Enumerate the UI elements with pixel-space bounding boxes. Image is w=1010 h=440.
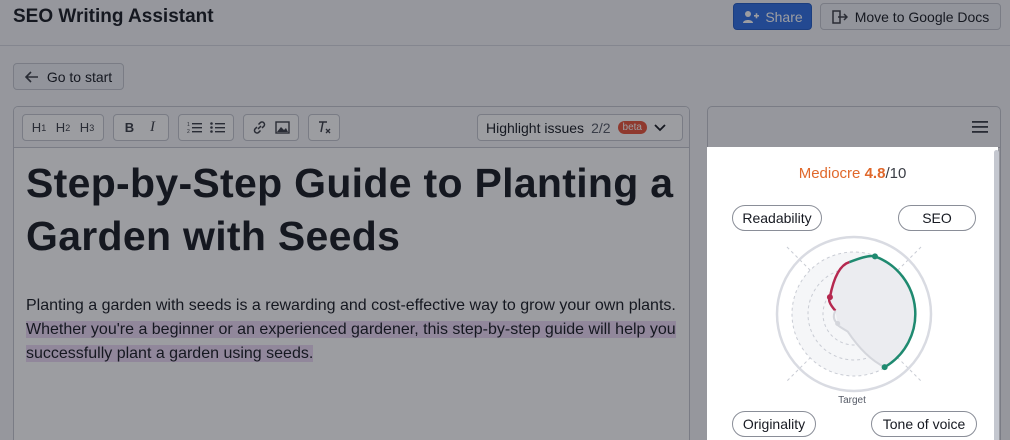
seo-point [871, 253, 878, 260]
bullet-list-button[interactable] [207, 117, 229, 139]
highlight-issues-label: Highlight issues [486, 119, 585, 136]
highlighted-issue-text[interactable]: Whether you're a beginner or an experien… [26, 321, 676, 362]
document-title[interactable]: Step-by-Step Guide to Planting a Garden … [26, 157, 676, 263]
share-button-label: Share [765, 8, 803, 25]
metric-tone-of-voice[interactable]: Tone of voice [871, 411, 977, 437]
heading-1-button[interactable]: HH11 [28, 117, 50, 139]
score-panel-focus: Mediocre 4.8/10 Readability SEO Target O… [707, 106, 1001, 440]
image-icon [275, 121, 290, 134]
document-paragraph[interactable]: Planting a garden with seeds is a reward… [26, 294, 676, 366]
list-group: 1 2 [178, 114, 234, 141]
panel-scrollbar[interactable] [994, 150, 999, 440]
clear-format-button[interactable] [313, 117, 335, 139]
app-title: SEO Writing Assistant [13, 6, 214, 27]
gdocs-button-label: Move to Google Docs [854, 8, 990, 25]
heading-3-button[interactable]: H3 [76, 117, 98, 139]
bullet-list-icon [210, 122, 225, 133]
go-to-start-button[interactable]: Go to start [13, 63, 124, 90]
add-user-icon [743, 10, 760, 23]
highlight-issues-dropdown[interactable]: Highlight issues 2/2 beta [477, 114, 683, 141]
metric-originality[interactable]: Originality [732, 411, 816, 437]
move-to-google-docs-button[interactable]: Move to Google Docs [820, 3, 1001, 30]
svg-text:2: 2 [187, 129, 190, 134]
paragraph-text: Planting a garden with seeds is a reward… [26, 297, 676, 314]
clear-format-icon [318, 121, 330, 134]
readability-point [826, 294, 833, 301]
originality-point [835, 320, 841, 326]
metric-seo[interactable]: SEO [898, 205, 976, 231]
svg-text:1: 1 [187, 122, 190, 128]
image-button[interactable] [272, 117, 294, 139]
editor-toolbar: HH11 H2 H3 B I 1 2 [14, 107, 689, 148]
insert-group [243, 114, 299, 141]
arrow-left-icon [24, 70, 38, 83]
go-to-start-label: Go to start [46, 68, 113, 85]
score-panel-body: Mediocre 4.8/10 Readability SEO Target O… [707, 147, 998, 440]
share-button[interactable]: Share [733, 3, 812, 30]
italic-button[interactable]: I [142, 117, 164, 139]
editor: HH11 H2 H3 B I 1 2 [13, 106, 690, 440]
metric-readability[interactable]: Readability [732, 205, 822, 231]
format-group: B I [113, 114, 169, 141]
highlight-issues-count: 2/2 [591, 119, 611, 136]
beta-badge: beta [617, 121, 647, 134]
clear-group [308, 114, 340, 141]
heading-group: HH11 H2 H3 [22, 114, 104, 141]
link-icon [253, 121, 266, 134]
top-bar: SEO Writing Assistant Share Move to Goog… [0, 0, 1010, 46]
export-icon [831, 9, 848, 24]
link-button[interactable] [249, 117, 271, 139]
ordered-list-button[interactable]: 1 2 [184, 117, 206, 139]
document-content[interactable]: Step-by-Step Guide to Planting a Garden … [26, 157, 676, 366]
heading-2-button[interactable]: H2 [52, 117, 74, 139]
target-label: Target [838, 395, 866, 406]
tone-of-voice-point [881, 364, 888, 371]
ordered-list-icon: 1 2 [187, 122, 202, 134]
chevron-down-icon [654, 123, 666, 131]
bold-button[interactable]: B [119, 117, 141, 139]
